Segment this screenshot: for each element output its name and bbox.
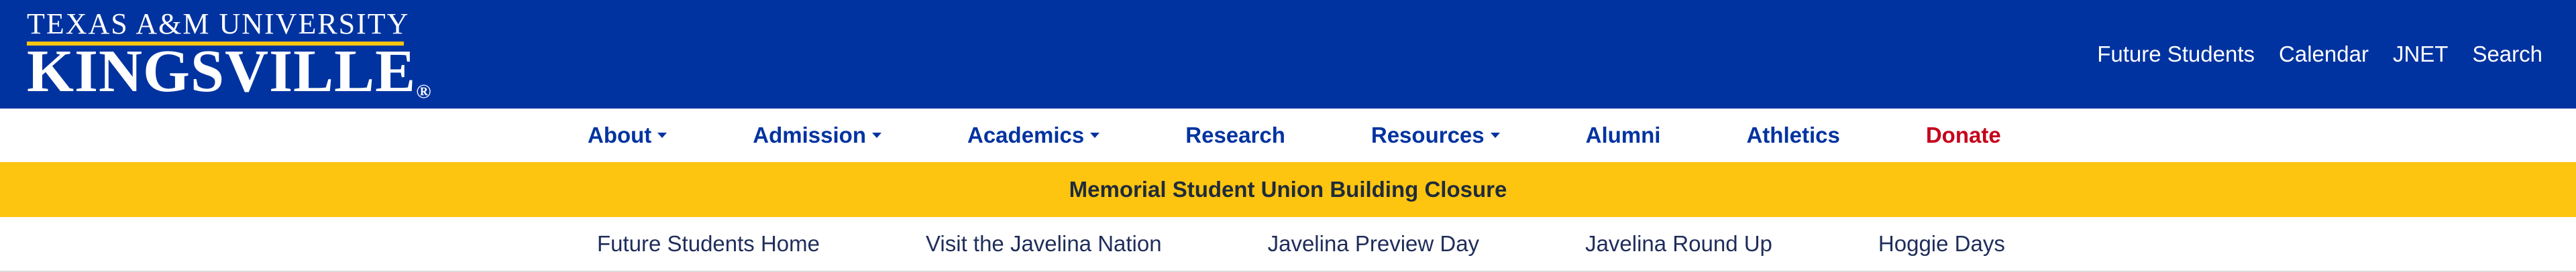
nav-alumni[interactable]: Alumni [1586,123,1661,148]
nav-research[interactable]: Research [1185,123,1285,148]
subnav-javelina-round-up[interactable]: Javelina Round Up [1585,231,1772,257]
nav-admission-label: Admission [753,123,866,147]
subnav-javelina-preview-day[interactable]: Javelina Preview Day [1268,231,1479,257]
logo-kingsville-text: KINGSVILLE [27,38,417,105]
alert-banner: Memorial Student Union Building Closure [0,162,2576,217]
nav-about-label: About [588,123,652,147]
sub-nav: Future Students Home Visit the Javelina … [0,217,2576,272]
main-nav: About Admission Academics Research Resou… [0,109,2576,162]
subnav-future-students-home[interactable]: Future Students Home [597,231,820,257]
nav-academics[interactable]: Academics [967,123,1100,148]
chevron-down-icon [1090,133,1100,138]
nav-resources[interactable]: Resources [1371,123,1500,148]
nav-about[interactable]: About [588,123,667,148]
university-logo[interactable]: TEXAS A&M UNIVERSITY KINGSVILLE® [27,0,456,109]
nav-resources-label: Resources [1371,123,1485,147]
nav-athletics[interactable]: Athletics [1746,123,1839,148]
chevron-down-icon [657,133,667,138]
nav-research-label: Research [1185,123,1285,147]
util-link-jnet[interactable]: JNET [2393,42,2449,67]
nav-academics-label: Academics [967,123,1085,147]
chevron-down-icon [1490,133,1500,138]
nav-admission[interactable]: Admission [753,123,881,148]
nav-athletics-label: Athletics [1746,123,1840,147]
nav-donate-label: Donate [1925,123,2001,147]
nav-alumni-label: Alumni [1585,123,1661,147]
site-header: TEXAS A&M UNIVERSITY KINGSVILLE® Future … [0,0,2576,109]
logo-university-line: TEXAS A&M UNIVERSITY [27,7,410,40]
util-link-calendar[interactable]: Calendar [2279,42,2369,67]
util-link-future-students[interactable]: Future Students [2097,42,2255,67]
util-link-search[interactable]: Search [2472,42,2542,67]
alert-link[interactable]: Memorial Student Union Building Closure [1069,177,1507,202]
logo-kingsville-line: KINGSVILLE® [27,42,432,102]
registered-mark: ® [416,80,432,103]
subnav-hoggie-days[interactable]: Hoggie Days [1878,231,2005,257]
nav-donate[interactable]: Donate [1926,123,2001,148]
utility-nav: Future Students Calendar JNET Search [2073,42,2542,67]
subnav-visit-javelina-nation[interactable]: Visit the Javelina Nation [926,231,1162,257]
chevron-down-icon [872,133,881,138]
